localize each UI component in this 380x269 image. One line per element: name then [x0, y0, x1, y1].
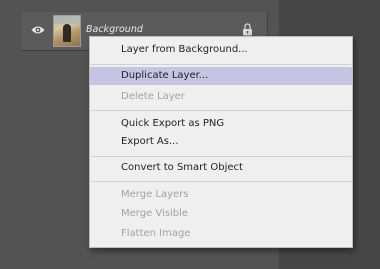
layers-panel: Background Layer from Background... Dupl… — [0, 0, 380, 269]
menu-item-flatten-image: Flatten Image — [90, 225, 352, 243]
thumbnail-figure — [63, 24, 71, 42]
menu-item-delete-layer: Delete Layer — [90, 88, 352, 106]
menu-item-label: Layer from Background... — [121, 44, 248, 55]
menu-separator — [91, 156, 351, 157]
menu-separator — [91, 64, 351, 65]
thumbnail-sky — [54, 16, 80, 24]
menu-item-label: Export As... — [121, 136, 179, 147]
menu-item-duplicate-layer[interactable]: Duplicate Layer... — [90, 67, 352, 85]
menu-item-layer-from-background[interactable]: Layer from Background... — [90, 41, 352, 59]
menu-item-label: Merge Visible — [121, 208, 189, 219]
menu-item-label: Convert to Smart Object — [121, 162, 243, 173]
menu-item-label: Duplicate Layer... — [121, 70, 209, 81]
menu-item-label: Delete Layer — [121, 91, 185, 102]
lock-icon[interactable] — [242, 23, 253, 36]
menu-item-merge-layers: Merge Layers — [90, 186, 352, 204]
layer-name[interactable]: Background — [86, 24, 143, 35]
menu-item-label: Quick Export as PNG — [121, 118, 225, 129]
menu-item-quick-export-png[interactable]: Quick Export as PNG — [90, 115, 352, 133]
menu-item-export-as[interactable]: Export As... — [90, 133, 352, 151]
menu-separator — [91, 110, 351, 111]
menu-item-label: Flatten Image — [121, 228, 191, 239]
menu-item-merge-visible: Merge Visible — [90, 205, 352, 223]
eye-icon[interactable] — [31, 25, 45, 35]
menu-item-label: Merge Layers — [121, 189, 189, 200]
layer-thumbnail[interactable] — [53, 15, 81, 47]
menu-item-convert-smart-object[interactable]: Convert to Smart Object — [90, 159, 352, 177]
menu-separator — [91, 181, 351, 182]
layer-context-menu: Layer from Background... Duplicate Layer… — [89, 36, 353, 248]
